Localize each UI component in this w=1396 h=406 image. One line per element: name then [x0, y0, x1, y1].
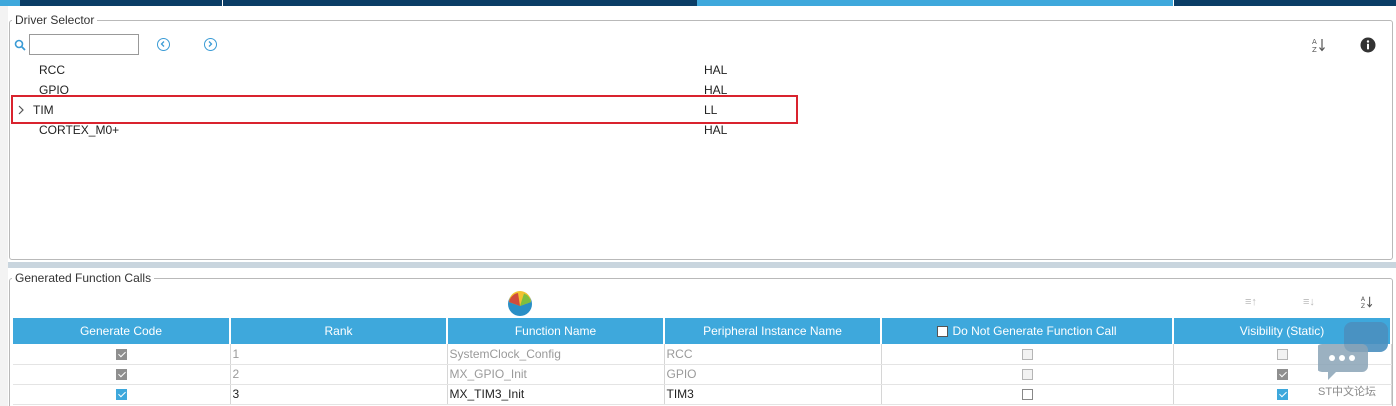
col-function-name[interactable]: Function Name	[447, 318, 665, 344]
tim-row-highlight	[11, 95, 798, 124]
sort-az-icon[interactable]: A Z	[1360, 295, 1374, 309]
peripheral-cell: GPIO	[664, 364, 882, 385]
function-name-cell: MX_GPIO_Init	[447, 364, 665, 385]
app-logo-icon	[508, 291, 532, 316]
function-name-cell: MX_TIM3_Init	[447, 384, 665, 405]
tab-segment-active[interactable]	[697, 0, 1173, 6]
generate-checkbox[interactable]	[115, 389, 127, 401]
do-not-generate-checkbox[interactable]	[1021, 349, 1033, 361]
table-row[interactable]: 3 MX_TIM3_Init TIM3	[13, 384, 1392, 405]
driver-selector-legend: Driver Selector	[12, 13, 98, 27]
sort-up-icon[interactable]: ≡↑	[1245, 296, 1257, 308]
table-row[interactable]: 2 MX_GPIO_Init GPIO	[13, 364, 1392, 385]
info-icon[interactable]	[1360, 37, 1376, 53]
generate-checkbox[interactable]	[115, 369, 127, 381]
generate-cell	[13, 364, 231, 385]
do-not-generate-cell	[881, 384, 1174, 405]
driver-library[interactable]: HAL	[704, 60, 727, 80]
do-not-generate-checkbox[interactable]	[1021, 369, 1033, 381]
col-rank[interactable]: Rank	[230, 318, 448, 344]
generate-cell	[13, 384, 231, 405]
search-icon	[14, 39, 26, 51]
do-not-generate-checkbox[interactable]	[1021, 389, 1033, 401]
rank-cell: 3	[230, 384, 448, 405]
visibility-checkbox[interactable]	[1276, 349, 1288, 361]
table-row[interactable]: 1 SystemClock_Config RCC	[13, 344, 1392, 365]
select-all-checkbox[interactable]	[937, 326, 949, 338]
peripheral-cell: TIM3	[664, 384, 882, 405]
generated-calls-legend: Generated Function Calls	[12, 271, 155, 285]
chevron-right-circle-icon	[208, 41, 213, 47]
svg-text:A: A	[1361, 296, 1366, 303]
do-not-generate-cell	[881, 344, 1174, 365]
sort-down-icon[interactable]: ≡↓	[1303, 296, 1315, 308]
peripheral-cell: RCC	[664, 344, 882, 365]
visibility-checkbox[interactable]	[1276, 369, 1288, 381]
driver-selector-panel	[9, 20, 1393, 260]
function-calls-table: Generate Code Rank Function Name Periphe…	[13, 318, 1392, 405]
driver-search-input[interactable]	[29, 34, 139, 55]
driver-name: RCC	[39, 63, 65, 77]
generate-checkbox[interactable]	[115, 349, 127, 361]
driver-row-rcc[interactable]: RCC HAL	[12, 60, 1392, 80]
next-match-button[interactable]	[204, 38, 217, 51]
left-edge-strip	[0, 6, 8, 406]
tab-separator	[1173, 0, 1174, 6]
top-tab-strip	[0, 0, 1396, 6]
panel-splitter[interactable]	[8, 262, 1396, 268]
svg-text:Z: Z	[1361, 303, 1365, 309]
table-header-row: Generate Code Rank Function Name Periphe…	[13, 318, 1392, 344]
col-do-not-generate[interactable]: Do Not Generate Function Call	[881, 318, 1174, 344]
do-not-generate-cell	[881, 364, 1174, 385]
col-peripheral-instance[interactable]: Peripheral Instance Name	[664, 318, 882, 344]
svg-text:A: A	[1312, 38, 1317, 46]
chevron-left-circle-icon	[160, 41, 165, 47]
function-name-cell: SystemClock_Config	[447, 344, 665, 365]
chat-bubble-icon[interactable]	[1318, 322, 1390, 384]
col-do-not-generate-label: Do Not Generate Function Call	[952, 324, 1117, 338]
sort-az-icon[interactable]: A Z	[1311, 37, 1327, 53]
col-generate-code[interactable]: Generate Code	[13, 318, 231, 344]
rank-cell: 1	[230, 344, 448, 365]
visibility-checkbox[interactable]	[1276, 389, 1288, 401]
forum-watermark: ST中文论坛	[1318, 386, 1377, 398]
tab-separator	[222, 0, 223, 6]
svg-text:Z: Z	[1312, 46, 1317, 53]
generate-cell	[13, 344, 231, 365]
prev-match-button[interactable]	[157, 38, 170, 51]
rank-cell: 2	[230, 364, 448, 385]
